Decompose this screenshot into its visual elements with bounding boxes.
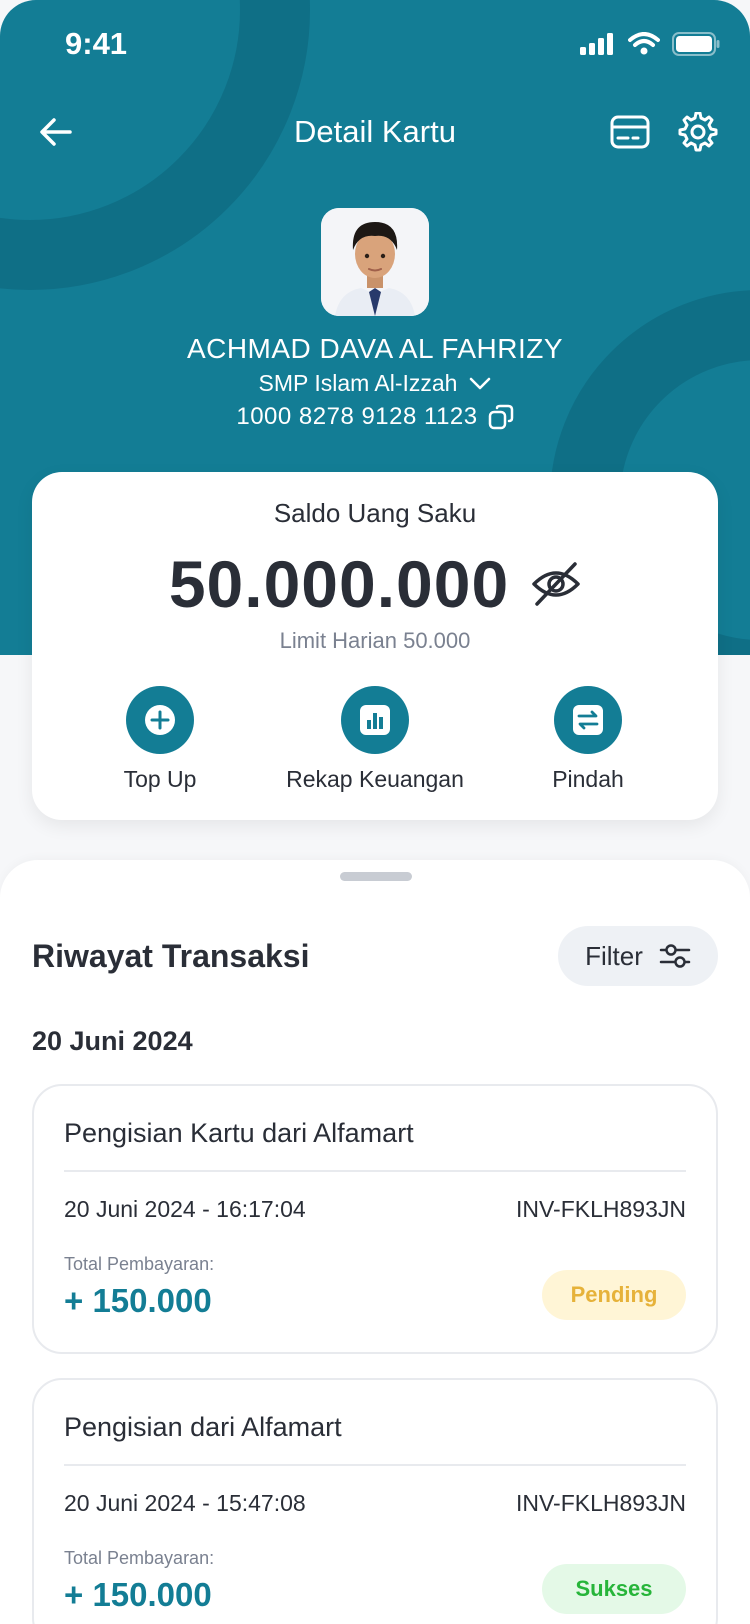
status-bar: 9:41 xyxy=(0,0,750,92)
balance-label: Saldo Uang Saku xyxy=(273,498,477,528)
filter-button[interactable]: Filter xyxy=(558,926,718,986)
card-number: 1000 8278 9128 1123 xyxy=(236,403,478,430)
card-icon xyxy=(610,115,650,149)
transaction-datetime: 20 Juni 2024 - 16:17:04 xyxy=(64,1196,306,1222)
transaction-card[interactable]: Pengisian Kartu dari Alfamart 20 Juni 20… xyxy=(32,1084,718,1354)
settings-button[interactable] xyxy=(672,106,724,158)
wifi-icon xyxy=(628,32,660,55)
copy-icon[interactable] xyxy=(488,404,514,430)
transaction-amount: + 150.000 xyxy=(64,1576,212,1613)
school-name: SMP Islam Al-Izzah xyxy=(258,370,458,396)
balance-card: Saldo Uang Saku 50.000.000 Limit Harian … xyxy=(32,472,718,820)
status-time: 9:41 xyxy=(65,26,128,61)
action-circle xyxy=(341,686,409,754)
history-title: Riwayat Transaksi xyxy=(32,938,310,974)
transfer-icon xyxy=(573,705,603,735)
bar-chart-icon xyxy=(360,705,390,735)
gear-icon xyxy=(678,112,718,152)
plus-circle-icon xyxy=(145,705,175,735)
signal-icon xyxy=(580,33,613,55)
status-badge: Pending xyxy=(542,1270,686,1320)
transaction-invoice: INV-FKLH893JN xyxy=(515,1490,686,1516)
chevron-down-icon xyxy=(470,377,491,389)
total-label: Total Pembayaran: xyxy=(64,1548,215,1568)
transaction-invoice: INV-FKLH893JN xyxy=(515,1196,686,1222)
status-badge: Sukses xyxy=(542,1564,686,1614)
quick-actions: Top Up Rekap Keuangan Pindah xyxy=(32,686,718,806)
avatar xyxy=(321,208,429,316)
daily-limit: Limit Harian 50.000 xyxy=(279,628,471,653)
top-up-button[interactable]: Top Up xyxy=(50,686,270,793)
profile-name: ACHMAD DAVA AL FAHRIZY xyxy=(186,333,564,364)
balance-row: 50.000.000 xyxy=(32,544,718,624)
action-circle xyxy=(554,686,622,754)
total-label: Total Pembayaran: xyxy=(64,1254,215,1274)
eye-off-icon[interactable] xyxy=(531,560,581,608)
action-label: Rekap Keuangan xyxy=(286,766,464,792)
battery-icon xyxy=(672,32,720,56)
transaction-title: Pengisian dari Alfamart xyxy=(64,1412,342,1442)
school-selector[interactable]: SMP Islam Al-Izzah xyxy=(0,370,750,397)
action-label: Top Up xyxy=(123,766,197,792)
rekap-keuangan-button[interactable]: Rekap Keuangan xyxy=(265,686,485,793)
action-circle xyxy=(126,686,194,754)
card-number-row: 1000 8278 9128 1123 xyxy=(0,403,750,431)
nav-bar: Detail Kartu xyxy=(0,100,750,164)
transaction-title: Pengisian Kartu dari Alfamart xyxy=(64,1118,414,1148)
drag-handle[interactable] xyxy=(340,872,412,881)
transaction-datetime: 20 Juni 2024 - 15:47:08 xyxy=(64,1490,306,1516)
card-button[interactable] xyxy=(604,106,656,158)
divider xyxy=(64,1464,686,1466)
transaction-card[interactable]: Pengisian dari Alfamart 20 Juni 2024 - 1… xyxy=(32,1378,718,1624)
filter-label: Filter xyxy=(585,940,643,971)
sliders-icon xyxy=(659,944,691,968)
student-photo xyxy=(321,208,429,316)
date-heading: 20 Juni 2024 xyxy=(32,1026,193,1056)
transaction-amount: + 150.000 xyxy=(64,1282,212,1319)
action-label: Pindah xyxy=(552,766,624,792)
status-icons xyxy=(580,32,720,56)
transaction-sheet: Riwayat Transaksi Filter 20 Juni 2024 Pe… xyxy=(0,860,750,1624)
balance-amount: 50.000.000 xyxy=(168,547,510,621)
pindah-button[interactable]: Pindah xyxy=(478,686,698,793)
divider xyxy=(64,1170,686,1172)
